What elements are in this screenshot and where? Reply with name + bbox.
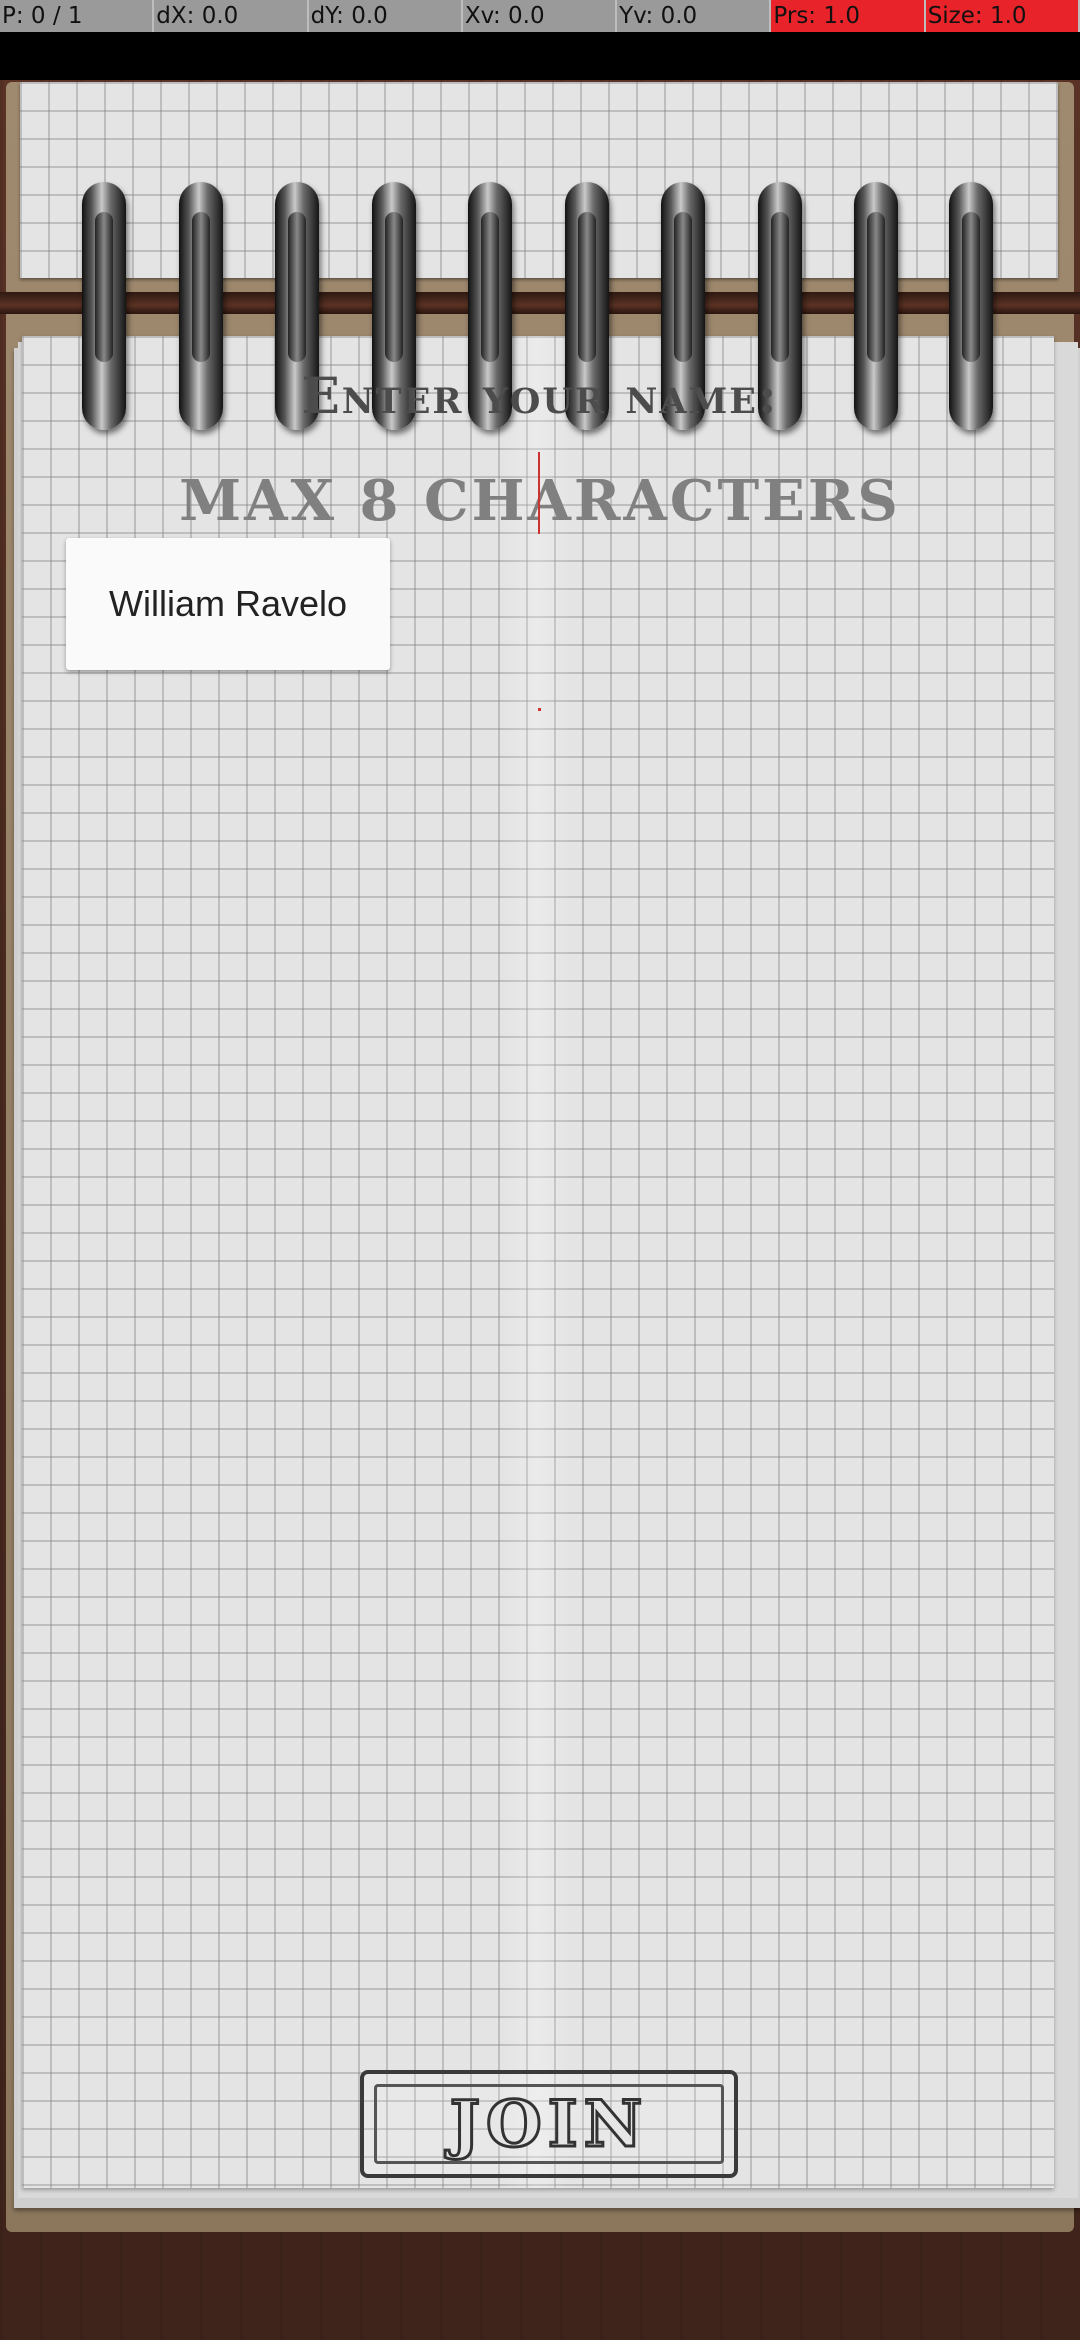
- pointer-debug-bar: P: 0 / 1 dX: 0.0 dY: 0.0 Xv: 0.0 Yv: 0.0…: [0, 0, 1080, 32]
- notebook-top-flap: [20, 82, 1058, 278]
- join-button-label: JOIN: [448, 2085, 649, 2163]
- status-spacer: [0, 32, 1080, 80]
- velocity-x: Xv: 0.0: [463, 0, 618, 32]
- pointer-count: P: 0 / 1: [0, 0, 155, 32]
- velocity-y: Yv: 0.0: [617, 0, 772, 32]
- touch-point-marker: [538, 708, 541, 711]
- name-input[interactable]: William Ravelo: [66, 538, 390, 670]
- touch-size: Size: 1.0: [925, 0, 1080, 32]
- join-button[interactable]: JOIN: [360, 2070, 738, 2178]
- delta-y: dY: 0.0: [309, 0, 463, 32]
- max-characters-hint: MAX 8 CHARACTERS: [179, 468, 901, 534]
- delta-x: dX: 0.0: [154, 0, 309, 32]
- notebook-hinge: [0, 292, 1080, 314]
- enter-name-heading: Enter your name:: [301, 366, 779, 425]
- pressure: Prs: 1.0: [771, 0, 926, 32]
- touch-crosshair-line: [538, 452, 540, 534]
